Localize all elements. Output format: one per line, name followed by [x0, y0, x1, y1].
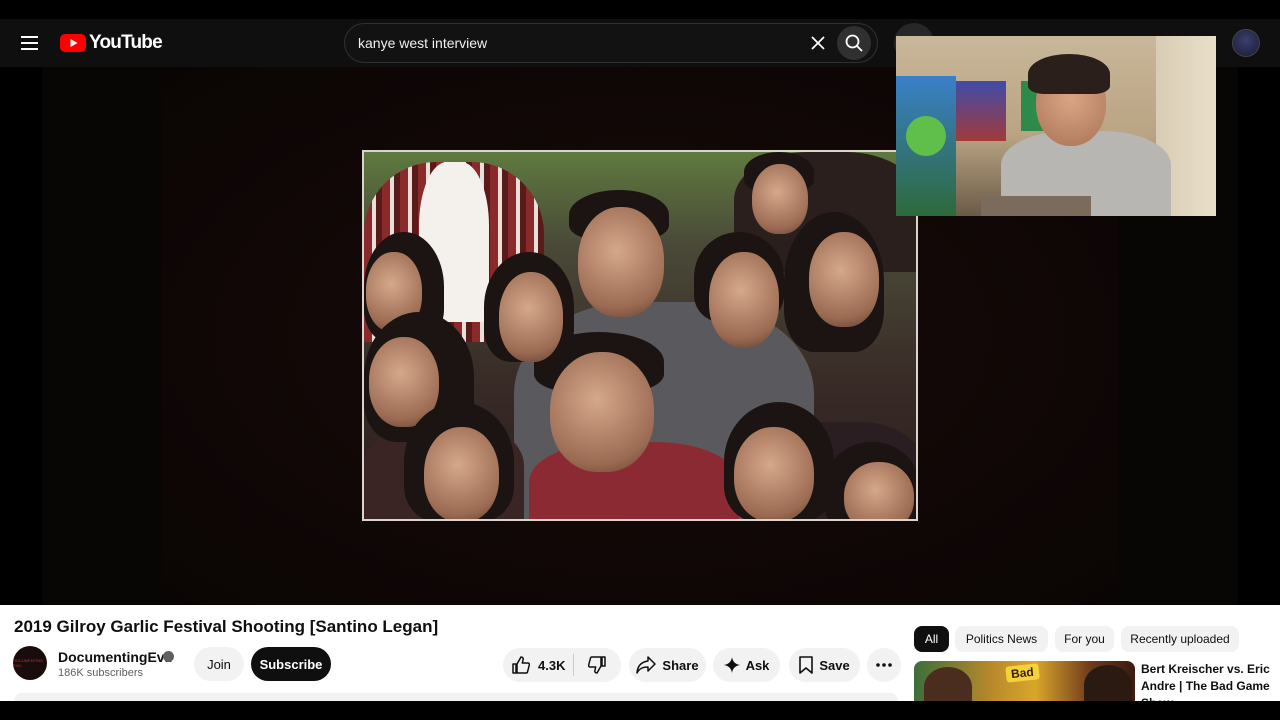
ask-button[interactable]: Ask	[713, 648, 780, 682]
search-icon	[845, 34, 863, 52]
photo-shape	[499, 272, 563, 362]
webcam-shape	[1028, 54, 1110, 94]
subscriber-count: 186K subscribers	[58, 667, 143, 679]
youtube-play-icon	[60, 34, 86, 52]
share-label: Share	[662, 657, 699, 673]
share-icon	[636, 656, 657, 674]
recommended-video-thumbnail[interactable]: Bad	[914, 661, 1135, 701]
webcam-shape	[956, 81, 1006, 141]
bookmark-icon	[799, 656, 814, 674]
like-dislike-group: 4.3K	[503, 648, 621, 682]
video-title: 2019 Gilroy Garlic Festival Shooting [Sa…	[14, 617, 439, 636]
sparkle-icon	[723, 657, 740, 673]
thumbs-down-icon	[588, 656, 606, 674]
account-avatar[interactable]	[1232, 29, 1260, 57]
thumbs-up-icon	[512, 656, 530, 674]
watch-metadata: 2019 Gilroy Garlic Festival Shooting [Sa…	[0, 605, 1280, 710]
chip-for-you[interactable]: For you	[1055, 626, 1114, 652]
chip-recently-uploaded[interactable]: Recently uploaded	[1121, 626, 1239, 652]
channel-name[interactable]: DocumentingEvil	[58, 649, 172, 665]
search-button[interactable]	[837, 26, 871, 60]
thumbnail-title-badge: Bad	[1005, 663, 1040, 683]
youtube-logo[interactable]: YouTube	[60, 31, 163, 55]
photo-shape	[550, 352, 654, 472]
subscribe-button[interactable]: Subscribe	[251, 647, 331, 681]
dislike-button[interactable]	[574, 648, 620, 682]
photo-shape	[734, 427, 814, 519]
clear-search-button[interactable]	[805, 30, 831, 56]
menu-icon	[21, 36, 38, 50]
thumb-shape	[924, 667, 972, 701]
search-box	[344, 23, 878, 63]
photo-shape	[809, 232, 879, 327]
like-count: 4.3K	[538, 657, 566, 673]
photo-shape	[752, 164, 808, 234]
thumb-shape	[1084, 665, 1132, 701]
share-button[interactable]: Share	[629, 648, 706, 682]
more-actions-button[interactable]	[867, 648, 901, 682]
search-input[interactable]	[358, 24, 798, 62]
photo-shape	[424, 427, 499, 519]
bottom-black-bar	[0, 701, 1280, 720]
chip-politics-news[interactable]: Politics News	[955, 626, 1048, 652]
save-label: Save	[819, 657, 850, 673]
photo-shape	[578, 207, 664, 317]
save-button[interactable]: Save	[789, 648, 860, 682]
webcam-shape	[981, 196, 1091, 216]
channel-avatar-text: DOCUMENTING EVIL	[13, 658, 44, 668]
join-button[interactable]: Join	[194, 647, 244, 681]
like-button[interactable]: 4.3K	[503, 648, 573, 682]
webcam-shape	[906, 116, 946, 156]
logo-text: YouTube	[89, 32, 163, 53]
video-content-photo	[362, 150, 918, 521]
photo-shape	[709, 252, 779, 347]
webcam-overlay	[896, 36, 1216, 216]
ask-label: Ask	[745, 657, 770, 673]
photo-shape	[844, 462, 914, 519]
top-black-bar	[0, 0, 1280, 19]
hamburger-menu-button[interactable]	[14, 27, 46, 59]
close-icon	[811, 36, 825, 50]
channel-avatar[interactable]: DOCUMENTING EVIL	[13, 646, 47, 680]
verified-badge-icon	[163, 651, 174, 662]
description-box[interactable]	[14, 693, 898, 701]
more-horizontal-icon	[876, 663, 892, 667]
chip-all[interactable]: All	[914, 626, 949, 652]
